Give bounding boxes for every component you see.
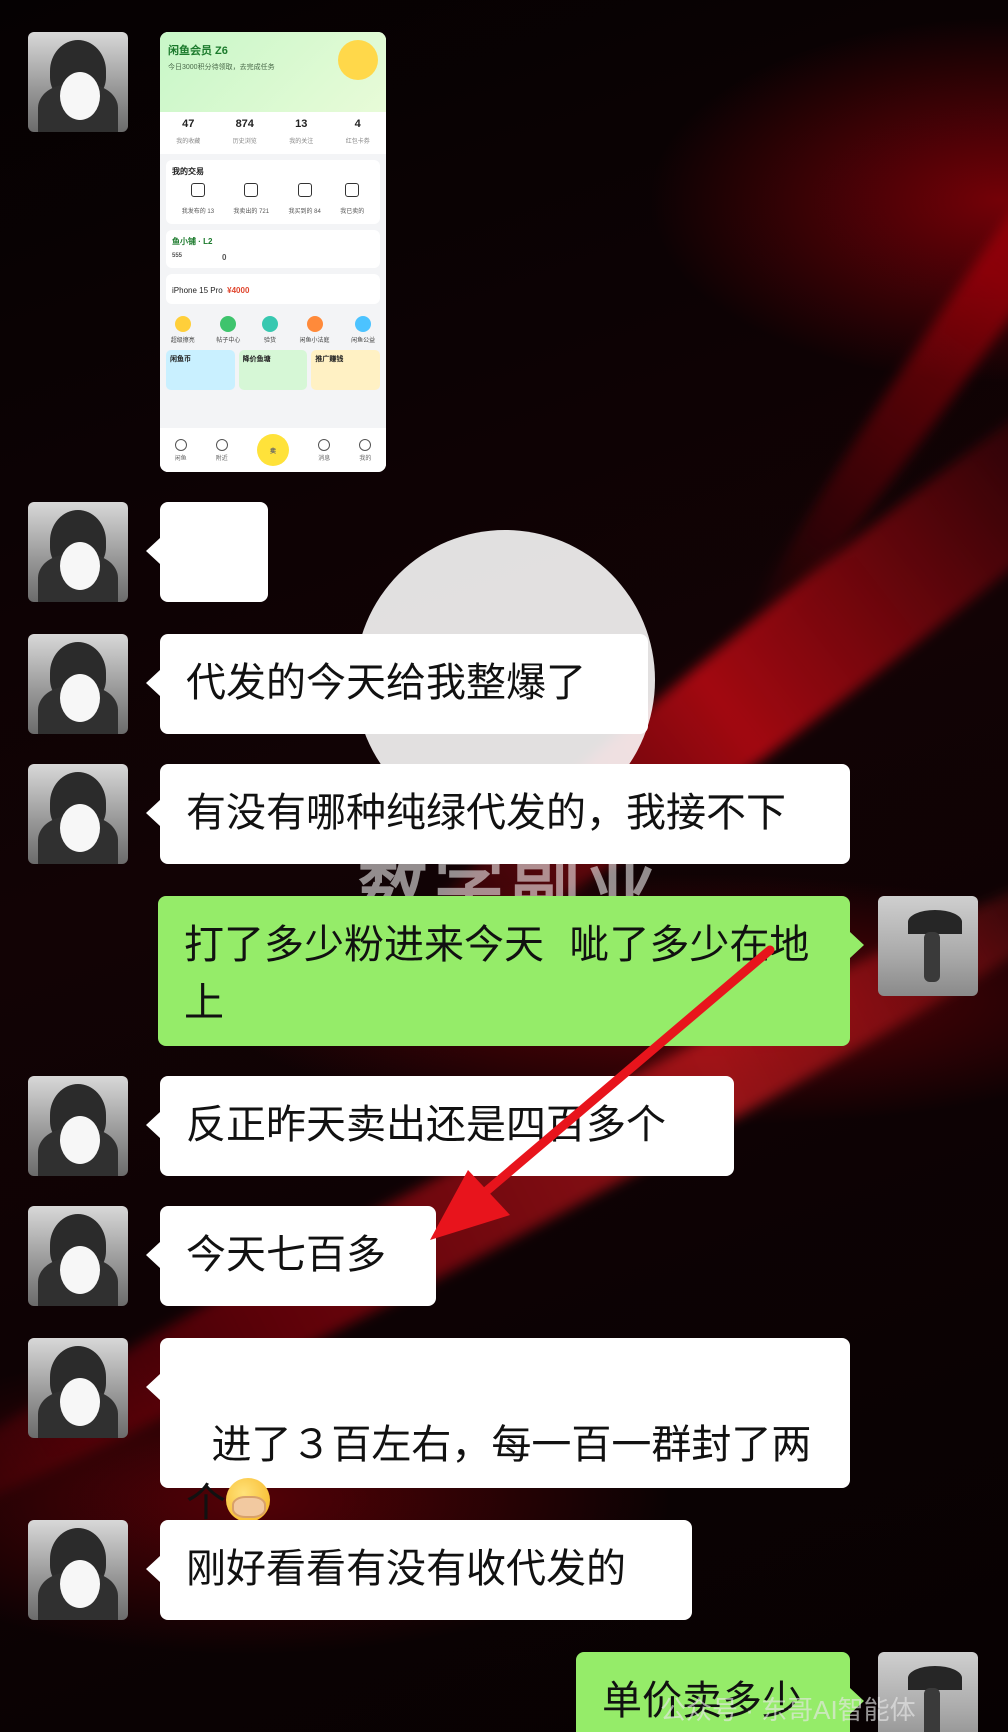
- watermark-text: 公众号 · 东哥AI智能体: [660, 1695, 916, 1725]
- arrow-shaft: [465, 945, 775, 1210]
- red-arrow-annotation: [430, 945, 775, 1240]
